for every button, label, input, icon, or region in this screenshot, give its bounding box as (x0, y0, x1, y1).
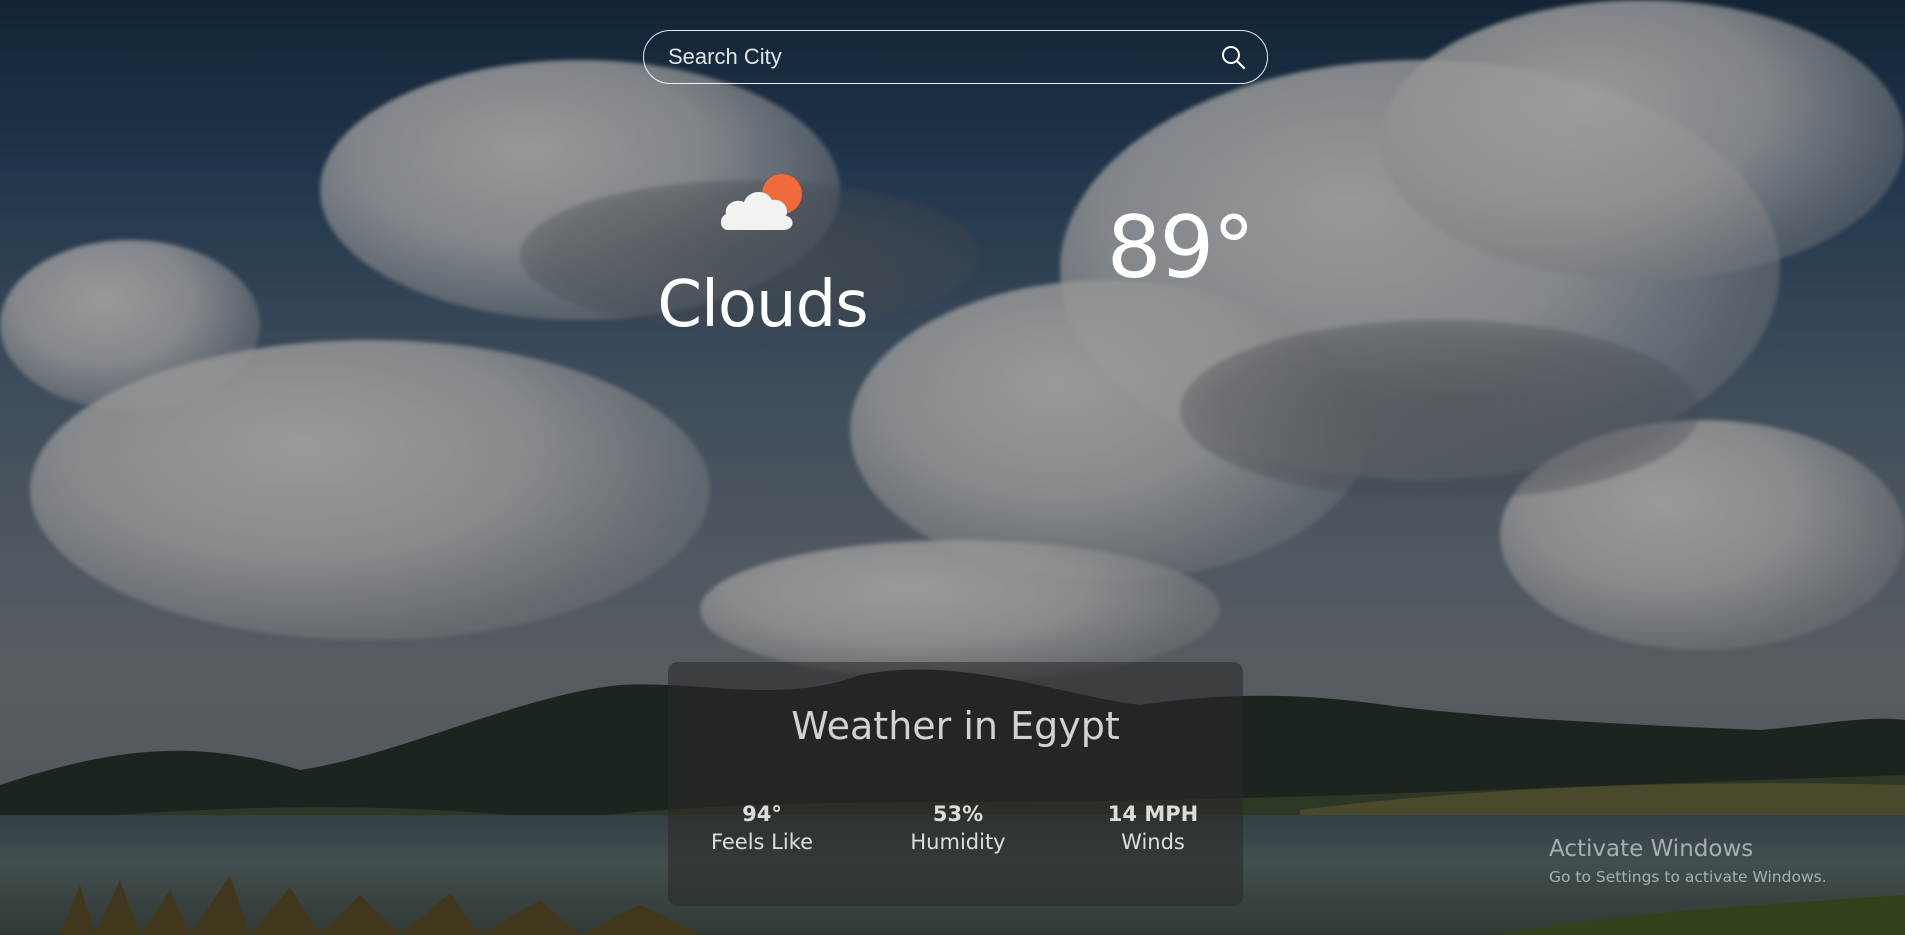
location-title: Weather in Egypt (791, 704, 1120, 748)
watermark-subtitle: Go to Settings to activate Windows. (1549, 868, 1827, 886)
humidity-value: 53% (932, 802, 984, 826)
partly-cloudy-icon (720, 174, 802, 230)
activate-windows-watermark: Activate Windows Go to Settings to activ… (1549, 836, 1827, 886)
search-bar (643, 30, 1268, 84)
weather-condition: Clouds (657, 268, 868, 342)
search-icon (1222, 46, 1246, 70)
feels-like-label: Feels Like (710, 830, 814, 854)
stat-winds: 14 MPH Winds (1073, 802, 1233, 854)
winds-label: Winds (1121, 830, 1185, 854)
temperature: 89° (1106, 198, 1255, 298)
search-input[interactable] (668, 44, 1217, 70)
winds-value: 14 MPH (1107, 802, 1199, 826)
search-button[interactable] (1217, 41, 1249, 73)
stat-humidity: 53% Humidity (878, 802, 1038, 854)
watermark-title: Activate Windows (1549, 836, 1754, 862)
weather-details-card: Weather in Egypt 94° Feels Like 53% Humi… (668, 662, 1243, 906)
feels-like-value: 94° (742, 802, 782, 826)
humidity-label: Humidity (910, 830, 1006, 854)
stat-feels-like: 94° Feels Like (682, 802, 842, 854)
